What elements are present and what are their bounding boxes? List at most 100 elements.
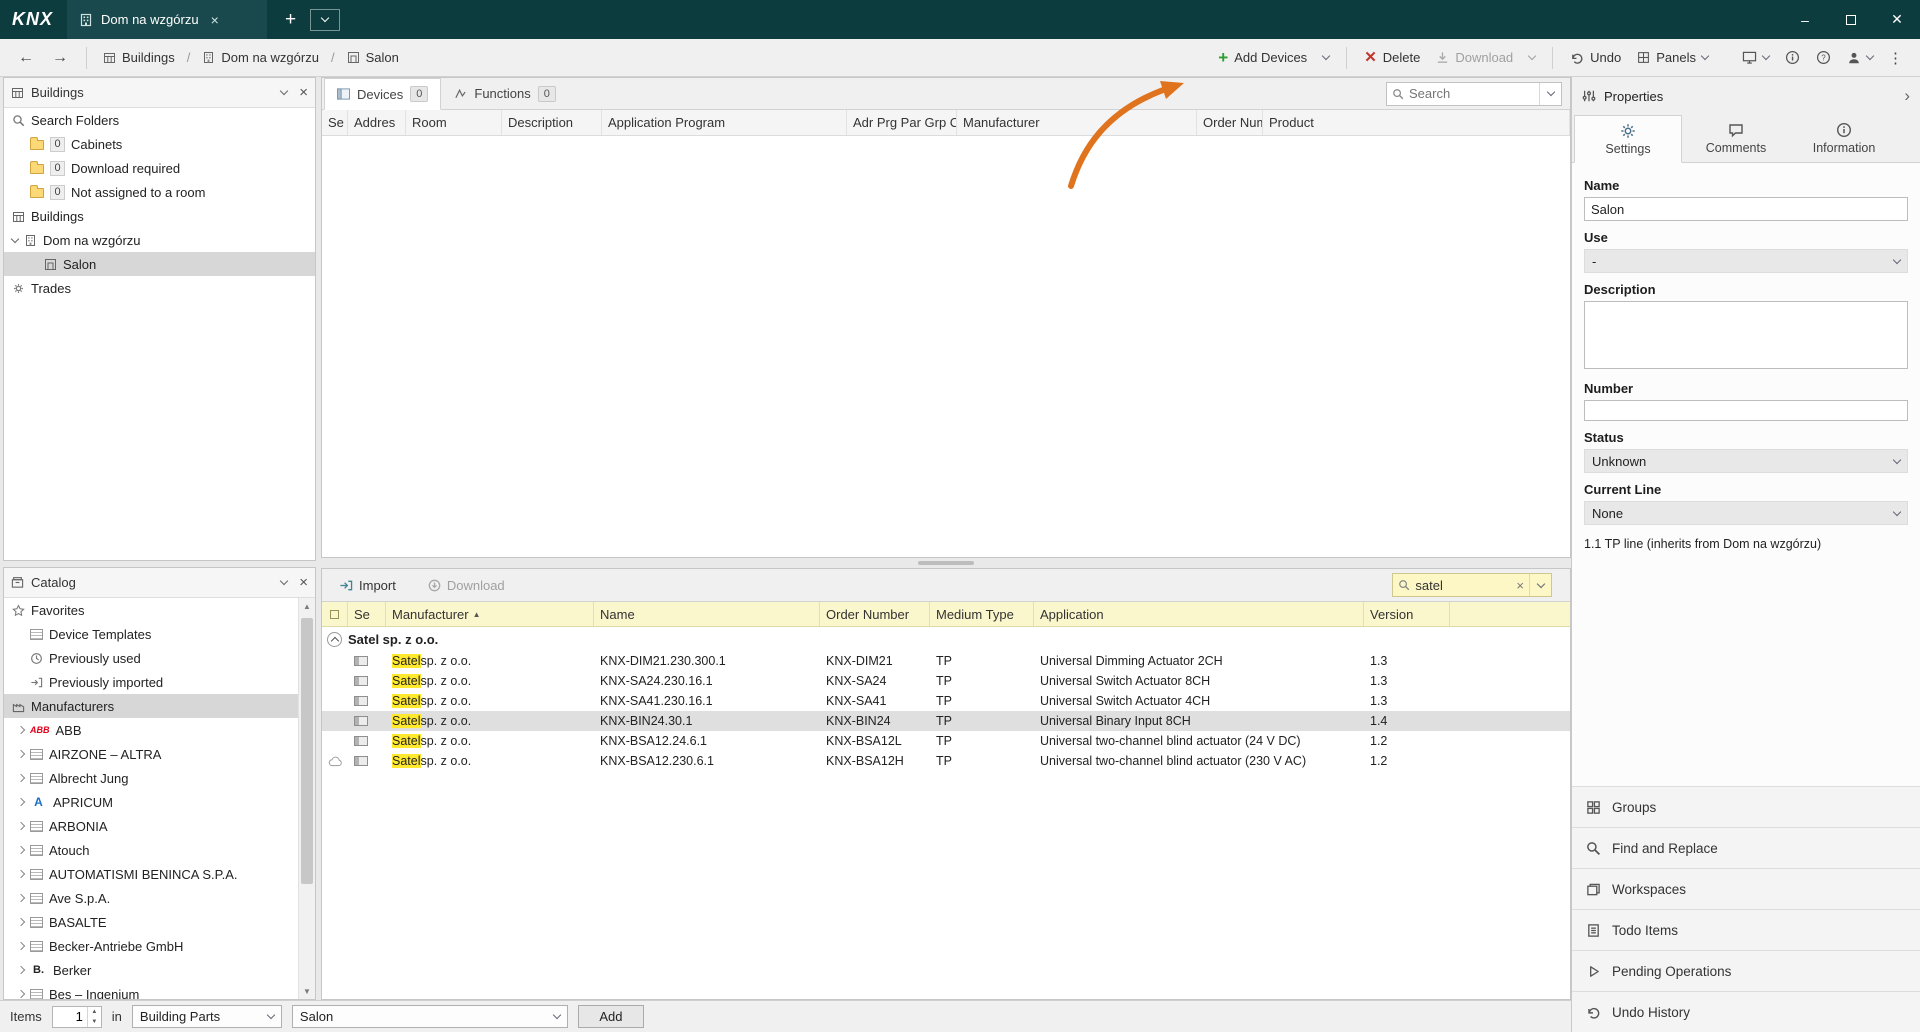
horizontal-splitter[interactable] (321, 558, 1571, 568)
close-panel-icon[interactable]: × (299, 574, 308, 591)
manufacturer-item[interactable]: Bes – Ingenium (4, 982, 298, 999)
column-medium-type[interactable]: Medium Type (930, 602, 1034, 626)
folder-not-assigned[interactable]: 0 Not assigned to a room (4, 180, 315, 204)
back-button[interactable]: ← (10, 47, 42, 69)
chevron-right-icon[interactable] (17, 774, 25, 782)
action-todo-items[interactable]: Todo Items (1572, 909, 1920, 950)
action-undo-history[interactable]: Undo History (1572, 991, 1920, 1032)
project-tab[interactable]: Dom na wzgórzu × (67, 0, 267, 39)
close-tab-icon[interactable]: × (207, 10, 223, 30)
current-line-select[interactable]: None (1584, 501, 1908, 525)
action-find-and-replace[interactable]: Find and Replace (1572, 827, 1920, 868)
manufacturer-item[interactable]: AIRZONE – ALTRA (4, 742, 298, 766)
column-room[interactable]: Room (406, 110, 502, 135)
download-dropdown[interactable] (1522, 52, 1542, 63)
stepper-arrows[interactable]: ▲▼ (87, 1007, 101, 1027)
column-product[interactable]: Product (1263, 110, 1570, 135)
tree-item-room-salon[interactable]: Salon (4, 252, 315, 276)
chevron-right-icon[interactable] (17, 942, 25, 950)
column-manufacturer[interactable]: Manufacturer (957, 110, 1197, 135)
add-button[interactable]: Add (578, 1005, 644, 1028)
table-row-selected[interactable]: Satel sp. z o.o. KNX-BIN24.30.1 KNX-BIN2… (322, 711, 1570, 731)
panel-dropdown-icon[interactable] (280, 87, 288, 95)
tab-comments[interactable]: Comments (1682, 115, 1790, 162)
column-order-number[interactable]: Order Num (1197, 110, 1263, 135)
column-description[interactable]: Description (502, 110, 602, 135)
catalog-download-button[interactable]: Download (421, 574, 512, 597)
description-field[interactable] (1584, 301, 1908, 369)
table-row[interactable]: Satel sp. z o.o. KNX-DIM21.230.300.1 KNX… (322, 651, 1570, 671)
catalog-item-device-templates[interactable]: Device Templates (4, 622, 298, 646)
section-buildings[interactable]: Buildings (4, 204, 315, 228)
manufacturer-item[interactable]: B. Berker (4, 958, 298, 982)
chevron-right-icon[interactable] (17, 918, 25, 926)
chevron-down-icon[interactable] (11, 234, 19, 242)
column-order-number[interactable]: Order Number (820, 602, 930, 626)
table-row[interactable]: Satel sp. z o.o. KNX-BSA12.230.6.1 KNX-B… (322, 751, 1570, 771)
manufacturer-item[interactable]: Ave S.p.A. (4, 886, 298, 910)
manufacturer-item[interactable]: Albrecht Jung (4, 766, 298, 790)
catalog-item-previously-used[interactable]: Previously used (4, 646, 298, 670)
column-application[interactable]: Application (1034, 602, 1364, 626)
user-account-button[interactable] (1840, 47, 1880, 69)
new-tab-button[interactable]: + (275, 9, 306, 31)
catalog-group-row[interactable]: Satel sp. z o.o. (322, 627, 1570, 651)
tab-information[interactable]: Information (1790, 115, 1898, 162)
chevron-right-icon[interactable] (17, 894, 25, 902)
section-trades[interactable]: Trades (4, 276, 315, 300)
section-search-folders[interactable]: Search Folders (4, 108, 315, 132)
chevron-right-icon[interactable] (17, 846, 25, 854)
name-field[interactable] (1584, 197, 1908, 221)
tab-devices[interactable]: Devices 0 (324, 78, 441, 110)
clear-search-icon[interactable]: × (1511, 578, 1529, 593)
column-address[interactable]: Addres (348, 110, 406, 135)
manufacturer-item[interactable]: Atouch (4, 838, 298, 862)
manufacturer-item[interactable]: BASALTE (4, 910, 298, 934)
target-select[interactable]: Salon (292, 1005, 568, 1028)
delete-button[interactable]: ✕ Delete (1357, 46, 1427, 69)
panel-dropdown-icon[interactable] (280, 577, 288, 585)
column-adr-prg-par-grp-cfg[interactable]: Adr Prg Par Grp Cfg (847, 110, 957, 135)
scroll-up-icon[interactable]: ▲ (303, 598, 311, 614)
close-button[interactable]: ✕ (1874, 0, 1920, 39)
section-manufacturers[interactable]: Manufacturers (4, 694, 298, 718)
use-select[interactable]: - (1584, 249, 1908, 273)
column-select[interactable]: Se (322, 110, 348, 135)
breadcrumb-building[interactable]: Dom na wzgórzu (196, 47, 325, 68)
column-select[interactable]: Se (348, 602, 386, 626)
help-button[interactable]: ? (1809, 46, 1838, 69)
workspace-view-button[interactable] (1735, 47, 1776, 68)
section-favorites[interactable]: Favorites (4, 598, 298, 622)
column-application-program[interactable]: Application Program (602, 110, 847, 135)
close-panel-icon[interactable]: × (299, 84, 308, 101)
scrollbar-thumb[interactable] (301, 618, 313, 884)
column-name[interactable]: Name (594, 602, 820, 626)
search-options-dropdown[interactable] (1529, 574, 1551, 596)
table-row[interactable]: Satel sp. z o.o. KNX-BSA12.24.6.1 KNX-BS… (322, 731, 1570, 751)
tab-functions[interactable]: Functions 0 (441, 78, 569, 109)
breadcrumb-buildings[interactable]: Buildings (97, 47, 181, 68)
manufacturer-item[interactable]: A APRICUM (4, 790, 298, 814)
table-row[interactable]: Satel sp. z o.o. KNX-SA41.230.16.1 KNX-S… (322, 691, 1570, 711)
number-field[interactable] (1584, 400, 1908, 421)
collapse-panel-icon[interactable]: › (1904, 86, 1910, 106)
chevron-right-icon[interactable] (17, 726, 25, 734)
items-count-input[interactable] (53, 1009, 87, 1024)
collapse-group-icon[interactable] (327, 632, 342, 647)
new-tab-dropdown[interactable] (310, 9, 340, 31)
manufacturer-item[interactable]: ARBONIA (4, 814, 298, 838)
chevron-right-icon[interactable] (17, 870, 25, 878)
chevron-right-icon[interactable] (17, 750, 25, 758)
chevron-right-icon[interactable] (17, 822, 25, 830)
add-devices-button[interactable]: + Add Devices (1211, 46, 1314, 69)
maximize-button[interactable] (1828, 0, 1874, 39)
manufacturer-item[interactable]: Becker-Antriebe GmbH (4, 934, 298, 958)
scope-select[interactable]: Building Parts (132, 1005, 282, 1028)
column-manufacturer[interactable]: Manufacturer▲ (386, 602, 594, 626)
folder-cabinets[interactable]: 0 Cabinets (4, 132, 315, 156)
column-version[interactable]: Version (1364, 602, 1450, 626)
status-select[interactable]: Unknown (1584, 449, 1908, 473)
catalog-item-previously-imported[interactable]: Previously imported (4, 670, 298, 694)
search-options-dropdown[interactable] (1539, 83, 1561, 105)
devices-search-input[interactable] (1409, 86, 1539, 101)
